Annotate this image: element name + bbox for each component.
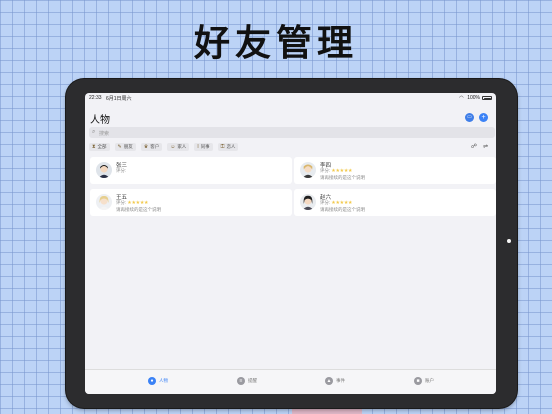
tab-label: 账户 (425, 378, 434, 383)
filter-label: 恋人 (226, 144, 236, 149)
chat-icon: ▭ (467, 114, 472, 120)
status-bar: 22:33 6月1日周六 ◠ 100% (89, 95, 492, 103)
filter-chip-all[interactable]: ⧗ 全部 (89, 143, 110, 151)
tab-events[interactable]: ▲ 事件 (325, 377, 345, 385)
event-icon: ▲ (325, 377, 333, 385)
filter-chips: ⧗ 全部 ✎ 朋友 ♛ 客户 ☺ 家人 ǀ 同事 ⚿ 恋人 (89, 143, 239, 151)
person-card-lisi[interactable]: 李四 评分: ★★★★★ 请再接续的是这个说明 (294, 157, 496, 184)
candle-icon: ǀ (197, 144, 199, 150)
status-indicators: ◠ 100% (459, 95, 492, 101)
sort-icon[interactable]: ⇌ (483, 143, 488, 150)
message-button[interactable]: ▭ (465, 113, 474, 122)
tab-label: 事件 (336, 378, 345, 383)
search-icon: ⌕ (92, 129, 96, 135)
filter-label: 同事 (200, 144, 210, 149)
person-card-wangwu[interactable]: 王五 评分: ★★★★★ 请再接续的是这个说明 (90, 189, 292, 216)
rating-stars: ★★★★★ (127, 200, 149, 206)
status-date: 6月1日周六 (106, 96, 132, 102)
filter-label: 家人 (177, 144, 187, 149)
tab-reminders[interactable]: ≡ 提醒 (237, 377, 257, 385)
filter-tools: ☍ ⇌ (471, 143, 488, 150)
tab-label: 人物 (159, 378, 168, 383)
rating-stars: ★★★★★ (331, 168, 353, 174)
app-screen: 22:33 6月1日周六 ◠ 100% 人物 ▭ + ⌕ 搜索 ⧗ 全部 ✎ 朋友 … (85, 93, 496, 394)
page-headline: 好友管理 (193, 23, 358, 64)
tablet-frame: 22:33 6月1日周六 ◠ 100% 人物 ▭ + ⌕ 搜索 ⧗ 全部 ✎ 朋友 … (66, 79, 517, 408)
tab-people[interactable]: ● 人物 (148, 377, 168, 385)
rating-label: 评分: (320, 200, 331, 205)
group-icon[interactable]: ☍ (471, 143, 477, 150)
filter-label: 全部 (97, 144, 107, 149)
person-icon: ● (148, 377, 156, 385)
tab-account[interactable]: ■ 账户 (414, 377, 434, 385)
person-rating: 评分: (116, 168, 127, 174)
avatar (300, 194, 316, 210)
rating-label: 评分: (116, 168, 127, 173)
filter-chip-family[interactable]: ☺ 家人 (167, 143, 190, 151)
rating-stars: ★★★★★ (331, 200, 353, 206)
search-placeholder: 搜索 (99, 130, 110, 137)
filter-chip-lover[interactable]: ⚿ 恋人 (217, 143, 239, 151)
trophy-icon: ♛ (143, 144, 149, 150)
filter-chip-friend[interactable]: ✎ 朋友 (114, 143, 136, 151)
person-note: 请再接续的是这个说明 (116, 207, 161, 212)
person-rating: 评分: ★★★★★ (116, 200, 148, 206)
battery-icon (482, 96, 492, 100)
person-rating: 评分: ★★★★★ (320, 168, 352, 174)
family-icon: ☺ (170, 144, 176, 150)
filter-label: 朋友 (123, 144, 133, 149)
account-icon: ■ (414, 377, 422, 385)
person-note: 请再接续的是这个说明 (320, 175, 365, 180)
rating-label: 评分: (116, 200, 127, 205)
rating-label: 评分: (320, 168, 331, 173)
person-note: 请再接续的是这个说明 (320, 207, 365, 212)
avatar (96, 162, 112, 178)
wifi-icon: ◠ (459, 94, 464, 101)
person-card-zhangsan[interactable]: 张三 评分: (90, 157, 292, 184)
hourglass-icon: ⧗ (92, 144, 96, 150)
add-person-button[interactable]: + (479, 113, 488, 122)
tab-bar: ● 人物 ≡ 提醒 ▲ 事件 ■ 账户 (85, 369, 496, 394)
avatar (96, 194, 112, 210)
status-time: 22:33 (89, 95, 102, 101)
reminder-icon: ≡ (237, 377, 245, 385)
filter-label: 客户 (150, 144, 160, 149)
person-rating: 评分: ★★★★★ (320, 200, 352, 206)
tab-label: 提醒 (248, 378, 257, 383)
lock-icon: ⚿ (220, 144, 225, 150)
plus-icon: + (481, 114, 486, 121)
person-card-zhaoliu[interactable]: 赵六 评分: ★★★★★ 请再接续的是这个说明 (294, 189, 496, 216)
search-bar[interactable]: ⌕ 搜索 (89, 127, 495, 138)
camera-dot (507, 239, 511, 243)
filter-chip-colleague[interactable]: ǀ 同事 (194, 143, 213, 151)
filter-chip-client[interactable]: ♛ 客户 (140, 143, 163, 151)
pencil-icon: ✎ (117, 144, 122, 150)
avatar (300, 162, 316, 178)
page-title: 人物 (90, 115, 110, 126)
battery-percent: 100% (467, 95, 480, 101)
